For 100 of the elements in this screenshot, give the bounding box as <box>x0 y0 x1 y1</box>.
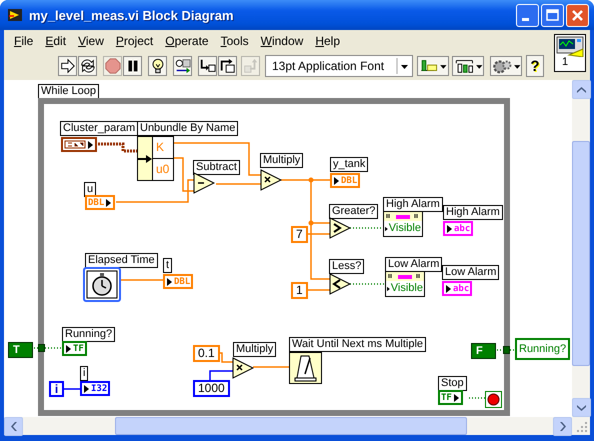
node-label: Unbundle By Name <box>137 121 238 136</box>
property-name: Visible <box>388 222 421 235</box>
reorder-icon[interactable] <box>490 56 522 76</box>
data-type-label: DBL <box>174 276 190 286</box>
minimize-icon[interactable] <box>516 4 539 26</box>
window-title: my_level_meas.vi Block Diagram <box>29 8 235 22</box>
scrollbar-thumb[interactable] <box>115 417 467 435</box>
function-node <box>260 169 282 191</box>
field-name: K <box>153 137 173 159</box>
arrow-icon <box>445 284 452 294</box>
tunnel <box>38 344 45 352</box>
light-bulb-icon[interactable] <box>148 56 167 76</box>
run-arrow-icon[interactable] <box>58 56 77 76</box>
connector-pane-number: 1 <box>562 56 568 68</box>
node-label: Multiply <box>233 342 276 357</box>
help-button[interactable]: ? <box>526 55 544 77</box>
node-label: t <box>163 258 172 273</box>
menu-item[interactable]: Operate <box>159 34 215 48</box>
numeric-constant: 7 <box>291 226 308 243</box>
property-name: Visible <box>390 282 423 295</box>
vi-icon-pane[interactable]: 1 <box>554 34 586 72</box>
close-icon[interactable] <box>566 4 589 26</box>
arrow-icon <box>65 344 72 354</box>
wire-junction <box>308 220 314 226</box>
function-node <box>329 273 351 295</box>
scroll-down-icon[interactable] <box>572 398 591 417</box>
run-continuously-icon[interactable] <box>78 56 97 76</box>
function-node <box>232 357 254 379</box>
metronome-node <box>289 352 322 384</box>
data-type-label: TF <box>441 392 452 402</box>
numeric-constant: 0.1 <box>193 345 220 362</box>
app-icon <box>7 7 23 23</box>
menu-item[interactable]: File <box>8 34 40 48</box>
node-label: Low Alarm <box>442 265 500 280</box>
wire-junction <box>308 178 314 182</box>
distribute-icon[interactable] <box>452 56 484 76</box>
scroll-right-icon[interactable] <box>553 417 572 436</box>
data-type-label: abc <box>454 224 470 234</box>
field-name: u0 <box>153 159 173 181</box>
data-type-label: DBL <box>88 198 104 208</box>
node-label: Wait Until Next ms Multiple <box>289 337 426 352</box>
wire <box>253 366 289 368</box>
data-type-label: I32 <box>91 384 108 394</box>
wire <box>218 352 234 363</box>
menu-item[interactable]: Window <box>254 34 310 48</box>
function-node <box>329 217 351 239</box>
node-label: Less? <box>329 259 364 274</box>
dropdown-value: 13pt Application Font <box>272 59 384 73</box>
menu-item[interactable]: Project <box>110 34 160 48</box>
arrow-icon <box>83 384 90 394</box>
graph-icon <box>555 35 585 57</box>
iteration-terminal: i <box>49 381 64 397</box>
scroll-left-icon[interactable] <box>4 417 23 436</box>
wire <box>209 370 234 380</box>
pause-icon[interactable] <box>123 56 142 76</box>
boolean-constant: T <box>8 342 33 358</box>
step-into-icon[interactable] <box>198 56 217 76</box>
wire <box>216 183 262 185</box>
node-label: High Alarm <box>383 197 443 212</box>
node-label: Cluster_param <box>60 121 138 136</box>
cluster-icon <box>64 140 86 149</box>
arrow-icon <box>105 198 112 208</box>
data-type-label: abc <box>453 284 470 294</box>
node-label: Multiply <box>260 153 304 168</box>
menu-item[interactable]: Help <box>309 34 346 48</box>
data-type-label: TF <box>73 344 84 354</box>
boolean-constant: F <box>471 343 496 359</box>
scroll-up-icon[interactable] <box>572 80 591 99</box>
node-label: Subtract <box>193 160 240 175</box>
stop-terminal <box>485 391 502 408</box>
numeric-constant: 1 <box>291 282 308 299</box>
maximize-icon[interactable] <box>541 4 564 26</box>
node-label: Running? <box>62 327 116 342</box>
font-dropdown[interactable]: 13pt Application Font <box>265 55 413 77</box>
arrow-icon <box>333 176 340 186</box>
wire <box>350 283 385 285</box>
node-label: High Alarm <box>443 205 503 220</box>
probe-wire-icon[interactable] <box>173 56 192 76</box>
node-label: y_tank <box>330 157 368 172</box>
node-label: Stop <box>438 376 467 391</box>
scrollbar-thumb[interactable] <box>572 141 590 366</box>
node-label: i <box>80 366 88 381</box>
menu-item[interactable]: Edit <box>39 34 72 48</box>
wire <box>34 347 38 349</box>
menu-item[interactable]: Tools <box>214 34 255 48</box>
menu-item[interactable]: View <box>72 34 110 48</box>
arrow-icon <box>446 224 453 234</box>
arrow-icon <box>166 276 173 286</box>
stopwatch-node <box>83 267 121 302</box>
tunnel <box>503 346 510 354</box>
step-over-icon[interactable] <box>218 56 237 76</box>
wire <box>469 397 485 399</box>
loop-label: While Loop <box>38 84 100 99</box>
wire <box>350 227 383 229</box>
function-node <box>193 172 215 194</box>
arrow-icon <box>87 140 94 150</box>
align-icon[interactable] <box>417 56 449 76</box>
node-label: Greater? <box>329 204 378 219</box>
data-type-label: DBL <box>341 176 358 186</box>
node-label: Low Alarm <box>385 257 442 272</box>
